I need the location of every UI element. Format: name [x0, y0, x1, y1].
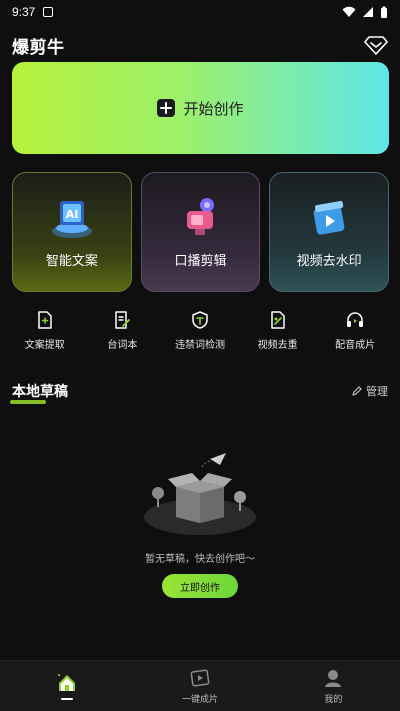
- video-clapper-icon: [313, 200, 345, 235]
- nav-label: 我的: [324, 695, 343, 705]
- card-label: 口播剪辑: [174, 254, 227, 269]
- plus-icon: [157, 99, 176, 117]
- start-create-button[interactable]: 开始创作: [12, 62, 389, 154]
- voiceover-edit-card[interactable]: 口播剪辑: [140, 172, 261, 292]
- battery-icon: [381, 6, 387, 18]
- app-header: 爆剪牛: [12, 34, 388, 58]
- app-title: 爆剪牛: [12, 37, 65, 58]
- tool-banned-words[interactable]: 违禁词检测: [164, 310, 236, 354]
- empty-box-illustration: [144, 453, 256, 535]
- nav-label: 一键成片: [181, 695, 218, 705]
- status-time: 9:37: [12, 5, 36, 19]
- edit-pen-icon: [352, 386, 362, 396]
- active-indicator: [60, 698, 73, 700]
- manage-button[interactable]: 管理: [352, 383, 388, 399]
- bottom-nav: 一键成片 我的: [0, 660, 400, 711]
- shield-check-icon: [192, 311, 208, 329]
- card-label: 视频去水印: [296, 254, 362, 269]
- tool-label: 违禁词检测: [174, 340, 225, 351]
- film-icon: [190, 669, 210, 687]
- create-now-button[interactable]: 立即创作: [162, 574, 238, 598]
- profile-icon: [325, 670, 342, 687]
- tool-label: 视频去重: [257, 340, 298, 351]
- video-dedupe-icon: [270, 311, 285, 329]
- vip-diamond-icon[interactable]: [364, 35, 388, 55]
- empty-drafts-text: 暂无草稿，快去创作吧～: [145, 554, 255, 565]
- headset-icon: [347, 312, 364, 327]
- tool-dubbing[interactable]: 配音成片: [319, 310, 391, 354]
- notification-icon: [43, 7, 54, 17]
- script-edit-icon: [115, 311, 131, 329]
- tool-label: 台词本: [107, 340, 138, 351]
- feature-cards: AI 智能文案 口播剪辑 视频去水印: [12, 172, 390, 292]
- manage-label: 管理: [366, 385, 388, 398]
- tool-label: 配音成片: [335, 340, 376, 351]
- tool-label: 文案提取: [24, 340, 65, 351]
- tools-row: 文案提取 台词本 违禁词检测 视频去重 配音成片: [0, 310, 400, 354]
- tool-script[interactable]: 台词本: [86, 310, 158, 354]
- card-label: 智能文案: [45, 254, 98, 269]
- tool-video-dedupe[interactable]: 视频去重: [242, 310, 314, 354]
- camera-robot-icon: [186, 198, 214, 235]
- status-icons: [342, 6, 388, 19]
- drafts-header: 本地草稿 管理: [10, 380, 388, 404]
- doc-extract-icon: [38, 311, 52, 329]
- wifi-icon: [342, 6, 356, 17]
- home-icon: [57, 674, 75, 691]
- nav-home[interactable]: [0, 661, 133, 711]
- status-bar: 9:37: [0, 0, 400, 24]
- tool-copy-extract[interactable]: 文案提取: [9, 310, 81, 354]
- smart-copywriting-card[interactable]: AI 智能文案: [12, 172, 132, 292]
- ai-cube-icon: AI: [51, 201, 92, 238]
- start-create-label: 开始创作: [183, 99, 244, 118]
- svg-text:AI: AI: [66, 208, 79, 221]
- nav-one-click-film[interactable]: 一键成片: [133, 661, 266, 711]
- signal-icon: [363, 7, 373, 17]
- remove-watermark-card[interactable]: 视频去水印: [269, 172, 390, 292]
- nav-profile[interactable]: 我的: [267, 661, 400, 711]
- drafts-title: 本地草稿: [10, 381, 68, 404]
